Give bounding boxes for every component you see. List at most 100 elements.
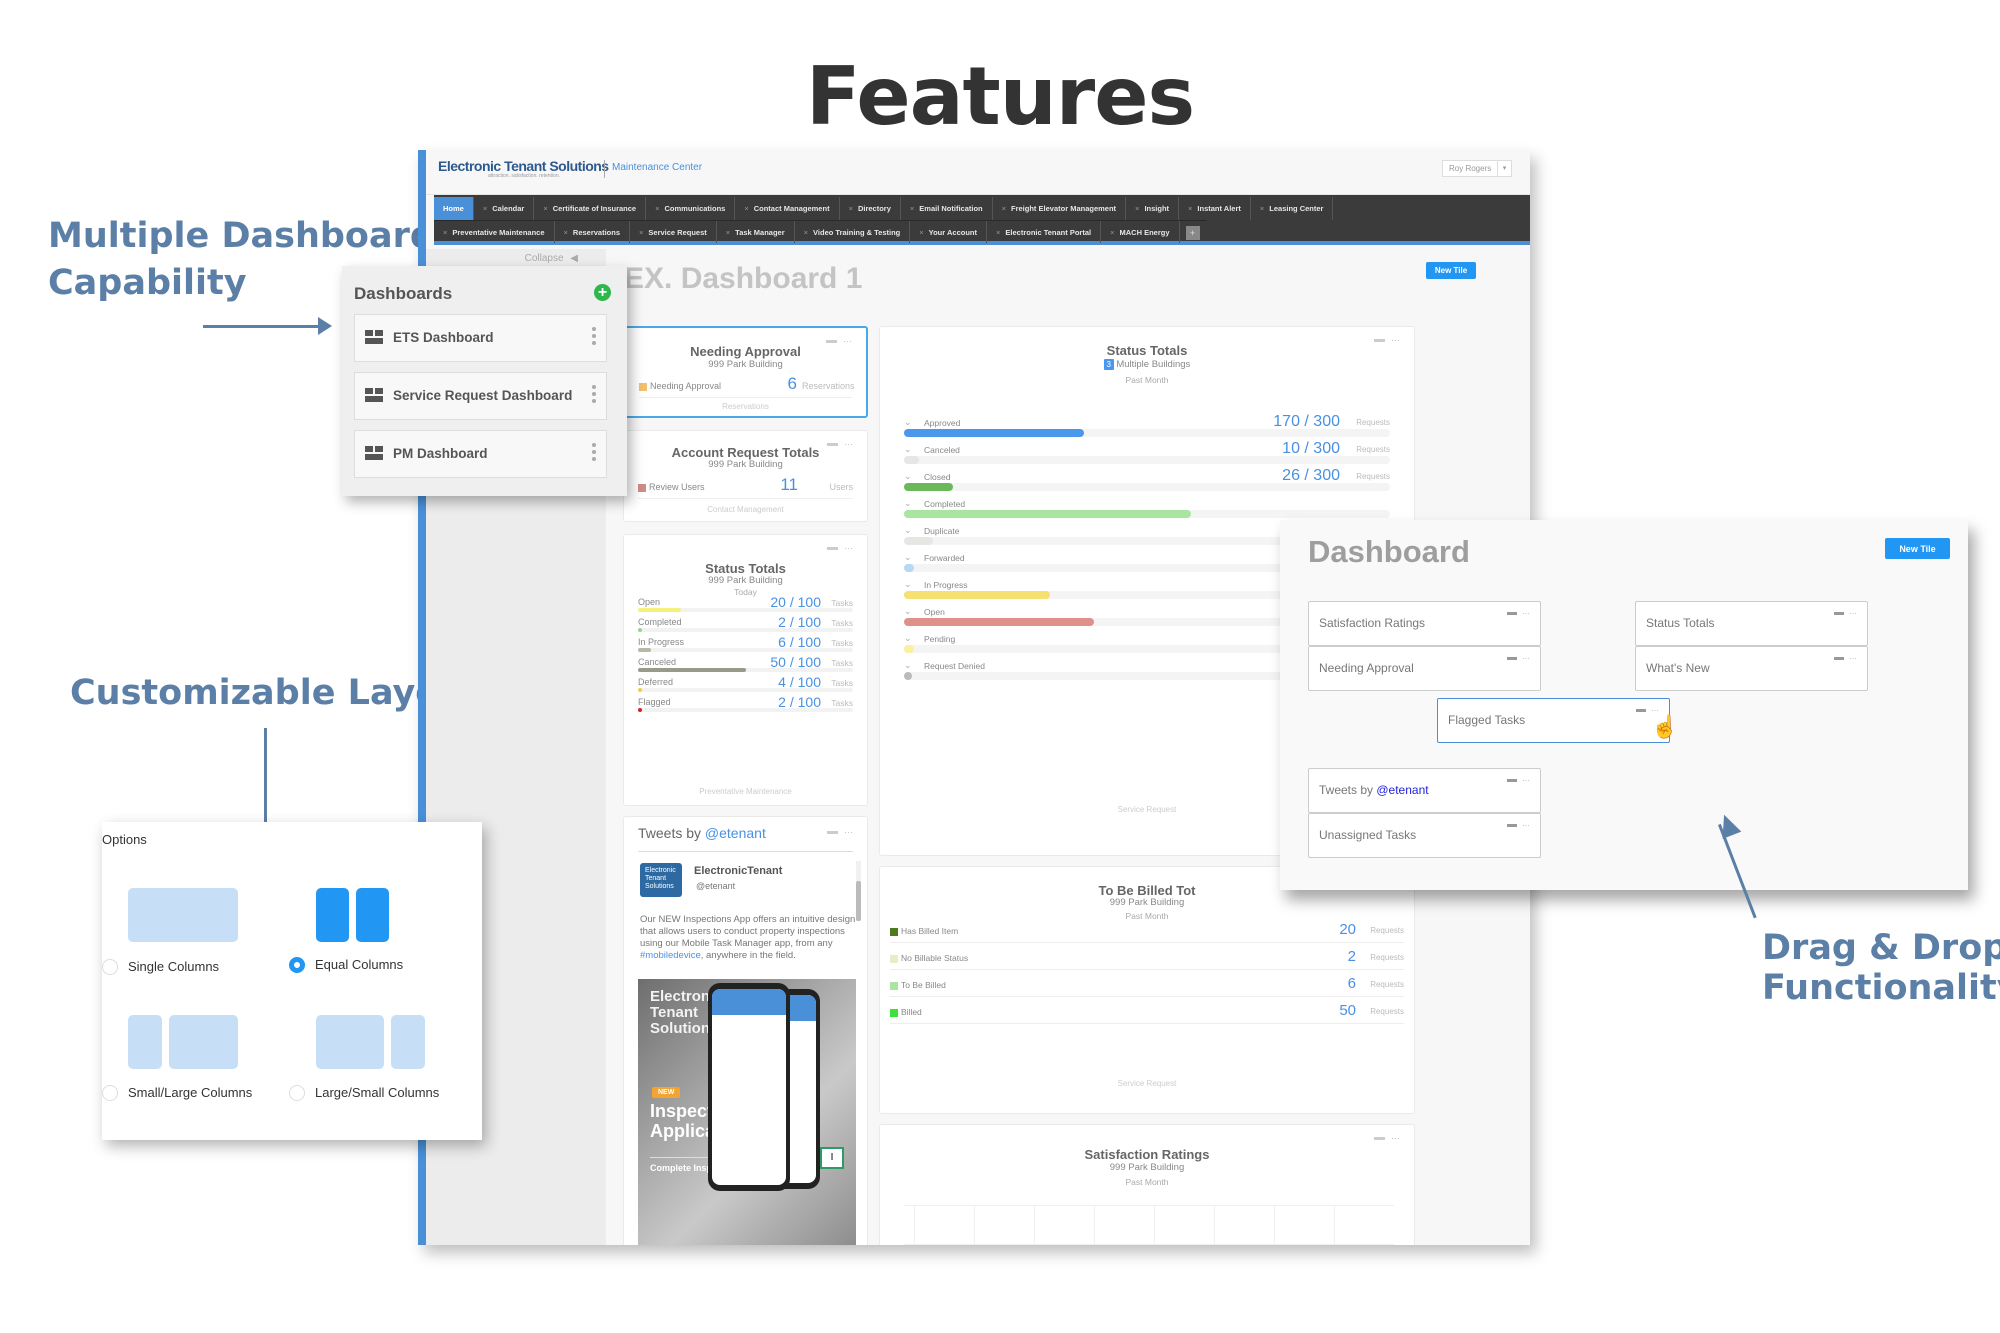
minimize-icon[interactable] (1374, 339, 1385, 343)
nav-tab[interactable]: × Electronic Tenant Portal (987, 221, 1102, 243)
building-count-badge[interactable]: 3 (1103, 359, 1114, 370)
radio-small-large-columns[interactable] (102, 1085, 118, 1101)
tile-controls[interactable]: ··· (1507, 776, 1530, 785)
more-icon[interactable]: ··· (1522, 776, 1530, 785)
layout-preview-large[interactable] (169, 1015, 238, 1069)
close-icon[interactable]: × (919, 228, 923, 237)
nav-tab[interactable]: × Insight (1126, 197, 1180, 220)
add-dashboard-icon[interactable]: + (594, 284, 611, 301)
close-icon[interactable]: × (804, 228, 808, 237)
dashboard-item[interactable]: ETS Dashboard (354, 314, 607, 362)
dd-tile[interactable]: Satisfaction Ratings ··· (1308, 601, 1541, 646)
tile-controls[interactable]: ··· (1834, 654, 1857, 663)
collapse-button[interactable]: Collapse ◀ (525, 253, 578, 264)
logo[interactable]: Electronic Tenant Solutions (438, 158, 609, 174)
nav-tab[interactable]: × Video Training & Testing (795, 221, 911, 243)
nav-tab[interactable]: × Reservations (555, 221, 631, 243)
nav-tab[interactable]: Home (434, 197, 474, 220)
nav-tab[interactable]: × Email Notification (901, 197, 993, 220)
close-icon[interactable]: × (1135, 204, 1139, 213)
kebab-menu-icon[interactable] (592, 385, 596, 406)
tile-status-totals-today[interactable]: ··· Status Totals 999 Park Building Toda… (623, 534, 868, 806)
nav-tab[interactable]: × Leasing Center (1251, 197, 1334, 220)
more-icon[interactable]: ··· (1522, 654, 1530, 663)
dd-tile[interactable]: Tweets by @etenant ··· (1308, 768, 1541, 813)
tile-needing-approval[interactable]: ··· Needing Approval 999 Park Building N… (623, 326, 868, 418)
user-select[interactable]: Roy Rogers ▾ (1442, 160, 1512, 177)
dd-tile[interactable]: Unassigned Tasks ··· (1308, 813, 1541, 858)
close-icon[interactable]: × (1002, 204, 1006, 213)
add-tab-button[interactable]: + (1185, 226, 1200, 240)
radio-large-small-columns[interactable] (289, 1085, 305, 1101)
nav-tab[interactable]: × Communications (646, 197, 736, 220)
chevron-down-icon[interactable]: ⌄ (904, 660, 912, 671)
dashboard-item[interactable]: Service Request Dashboard (354, 372, 607, 420)
kebab-menu-icon[interactable] (592, 327, 596, 348)
row-value[interactable]: 6 (1348, 975, 1356, 992)
chevron-down-icon[interactable]: ⌄ (904, 525, 912, 536)
row-value[interactable]: 20 (1339, 921, 1356, 938)
more-icon[interactable]: ··· (1522, 821, 1530, 830)
close-icon[interactable]: × (910, 204, 914, 213)
tweets-handle-link[interactable]: @etenant (1376, 783, 1428, 797)
row-value[interactable]: 11 (780, 475, 798, 495)
kebab-menu-icon[interactable] (592, 443, 596, 464)
minimize-icon[interactable] (1507, 824, 1517, 828)
radio-single-columns[interactable] (102, 959, 118, 975)
chevron-down-icon[interactable]: ⌄ (904, 606, 912, 617)
chevron-down-icon[interactable]: ⌄ (904, 471, 912, 482)
nav-tab[interactable]: × Contact Management (735, 197, 840, 220)
more-icon[interactable]: ··· (1522, 609, 1530, 618)
more-icon[interactable]: ··· (1849, 609, 1857, 618)
tile-controls[interactable]: ··· (827, 827, 853, 837)
tile-footer[interactable]: Service Request (880, 1079, 1414, 1088)
close-icon[interactable]: × (639, 228, 643, 237)
row-value[interactable]: 50 (1339, 1002, 1356, 1019)
tile-footer[interactable]: Preventative Maintenance (624, 787, 867, 796)
tweets-scrollbar[interactable] (856, 861, 861, 921)
close-icon[interactable]: × (443, 228, 447, 237)
more-icon[interactable]: ··· (844, 543, 853, 553)
minimize-icon[interactable] (826, 340, 837, 344)
close-icon[interactable]: × (655, 204, 659, 213)
row-value[interactable]: 2 (1348, 948, 1356, 965)
tweet-avatar[interactable]: Electronic Tenant Solutions (640, 863, 682, 897)
tweet-hashtag[interactable]: #mobiledevice (640, 950, 701, 961)
tile-satisfaction-ratings[interactable]: ··· Satisfaction Ratings 999 Park Buildi… (879, 1124, 1415, 1245)
row-value[interactable]: 6 (788, 374, 797, 394)
nav-tab[interactable]: × Freight Elevator Management (993, 197, 1127, 220)
layout-preview-equal-right[interactable] (356, 888, 389, 942)
chevron-down-icon[interactable]: ⌄ (904, 552, 912, 563)
more-icon[interactable]: ··· (1849, 654, 1857, 663)
tweet-account-name[interactable]: ElectronicTenant (694, 865, 782, 877)
tile-controls[interactable]: ··· (1507, 654, 1530, 663)
more-icon[interactable]: ··· (1391, 1133, 1400, 1143)
minimize-icon[interactable] (1507, 657, 1517, 661)
layout-preview-large[interactable] (316, 1015, 384, 1069)
dd-new-tile-button[interactable]: New Tile (1885, 538, 1950, 559)
radio-equal-columns[interactable] (289, 957, 305, 973)
nav-tab[interactable]: × Directory (840, 197, 901, 220)
dd-tile[interactable]: What's New ··· (1635, 646, 1868, 691)
dd-tile[interactable]: Needing Approval ··· (1308, 646, 1541, 691)
layout-preview-small[interactable] (128, 1015, 162, 1069)
dashboard-item[interactable]: PM Dashboard (354, 430, 607, 478)
layout-preview-small[interactable] (391, 1015, 425, 1069)
tile-controls[interactable]: ··· (1834, 609, 1857, 618)
minimize-icon[interactable] (1374, 1137, 1385, 1141)
tweet-account-handle[interactable]: @etenant (696, 881, 735, 891)
nav-tab[interactable]: × Instant Alert (1179, 197, 1251, 220)
close-icon[interactable]: × (744, 204, 748, 213)
tile-controls[interactable]: ··· (827, 543, 853, 553)
tile-footer[interactable]: Contact Management (624, 505, 867, 514)
tile-account-requests[interactable]: ··· Account Request Totals 999 Park Buil… (623, 430, 868, 522)
close-icon[interactable]: × (1188, 204, 1192, 213)
minimize-icon[interactable] (1834, 612, 1844, 616)
dd-tile[interactable]: Status Totals ··· (1635, 601, 1868, 646)
nav-tab[interactable]: × Certificate of Insurance (534, 197, 647, 220)
tweet-image[interactable]: Electronic Tenant Solutions NEW Inspecti… (638, 979, 856, 1245)
layout-preview-single[interactable] (128, 888, 238, 942)
chevron-down-icon[interactable]: ⌄ (904, 444, 912, 455)
more-icon[interactable]: ··· (844, 827, 853, 837)
dd-tile[interactable]: Flagged Tasks ··· (1437, 698, 1670, 743)
